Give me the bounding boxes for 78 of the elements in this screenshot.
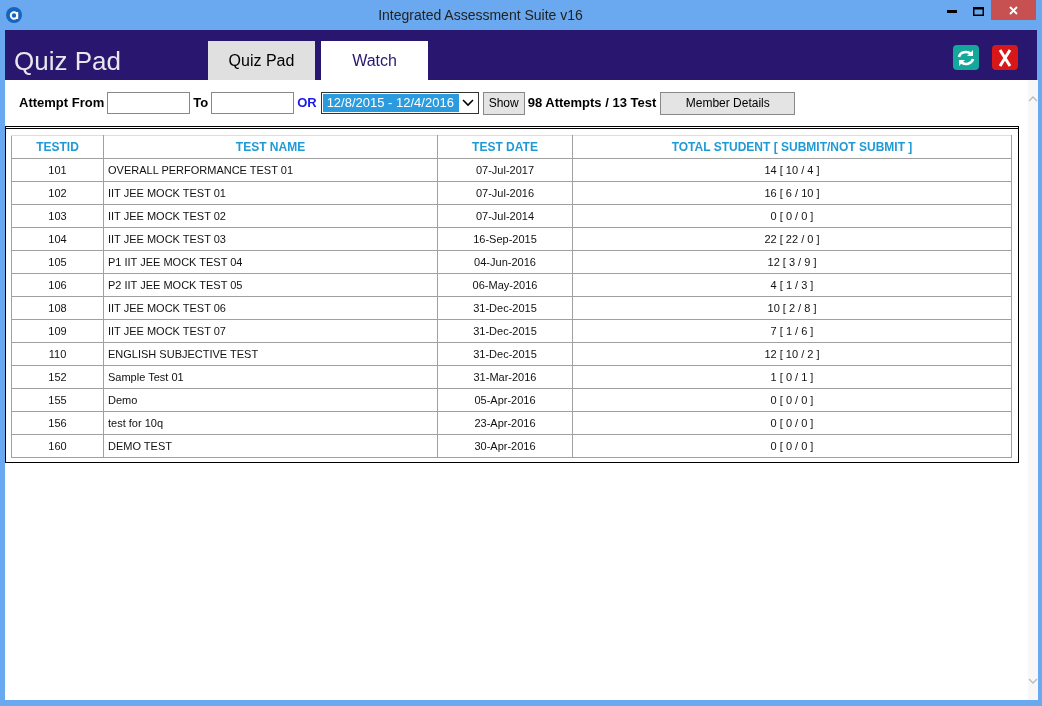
table-cell: Demo — [103, 388, 438, 412]
table-cell: P1 IIT JEE MOCK TEST 04 — [103, 250, 438, 274]
attempt-from-label: Attempt From — [19, 94, 105, 113]
table-cell: 06-May-2016 — [437, 273, 573, 297]
table-cell: 104 — [11, 227, 104, 251]
to-label: To — [193, 94, 209, 113]
close-button[interactable] — [991, 0, 1036, 20]
to-date-field[interactable] — [211, 92, 295, 114]
table-cell: 1 [ 0 / 1 ] — [572, 365, 1012, 389]
table-cell: 110 — [11, 342, 104, 366]
table-cell: 7 [ 1 / 6 ] — [572, 319, 1012, 343]
member-details-button[interactable]: Member Details — [660, 91, 796, 115]
tab[interactable]: Quiz Pad — [208, 41, 315, 80]
table-cell: 31-Dec-2015 — [437, 319, 573, 343]
from-date-field[interactable] — [107, 92, 191, 114]
table-cell: IIT JEE MOCK TEST 02 — [103, 204, 438, 228]
table-cell: 101 — [11, 158, 104, 182]
or-label: OR — [297, 94, 317, 113]
table-cell: ENGLISH SUBJECTIVE TEST — [103, 342, 438, 366]
table-cell: 160 — [11, 434, 104, 458]
exit-icon — [998, 48, 1012, 67]
table-cell: 23-Apr-2016 — [437, 411, 573, 435]
table-cell: 102 — [11, 181, 104, 205]
table-cell: 105 — [11, 250, 104, 274]
table-cell: 0 [ 0 / 0 ] — [572, 388, 1012, 412]
column-header: TOTAL STUDENT [ SUBMIT/NOT SUBMIT ] — [572, 135, 1012, 159]
table-cell: 10 [ 2 / 8 ] — [572, 296, 1012, 320]
show-button[interactable]: Show — [482, 91, 525, 115]
app-logo-icon — [6, 7, 22, 23]
table-cell: 22 [ 22 / 0 ] — [572, 227, 1012, 251]
table-cell: 16 [ 6 / 10 ] — [572, 181, 1012, 205]
minimize-icon — [947, 9, 957, 13]
table-cell: P2 IIT JEE MOCK TEST 05 — [103, 273, 438, 297]
table-cell: IIT JEE MOCK TEST 03 — [103, 227, 438, 251]
table-cell: 103 — [11, 204, 104, 228]
table-cell: 04-Jun-2016 — [437, 250, 573, 274]
table-cell: 05-Apr-2016 — [437, 388, 573, 412]
refresh-icon — [956, 48, 976, 67]
table-cell: 12 [ 10 / 2 ] — [572, 342, 1012, 366]
attempts-summary: 98 Attempts / 13 Test — [527, 94, 657, 113]
close-icon — [1009, 5, 1018, 15]
table-cell: 31-Dec-2015 — [437, 296, 573, 320]
table-cell: 30-Apr-2016 — [437, 434, 573, 458]
table-cell: 07-Jul-2016 — [437, 181, 573, 205]
refresh-button[interactable] — [953, 45, 979, 70]
table-cell: 14 [ 10 / 4 ] — [572, 158, 1012, 182]
table-cell: 108 — [11, 296, 104, 320]
exit-button[interactable] — [992, 45, 1018, 70]
table-cell: OVERALL PERFORMANCE TEST 01 — [103, 158, 438, 182]
app-name: Quiz Pad — [14, 45, 121, 78]
table-cell: 4 [ 1 / 3 ] — [572, 273, 1012, 297]
table-cell: 07-Jul-2014 — [437, 204, 573, 228]
table-cell: 156 — [11, 411, 104, 435]
table-cell: 152 — [11, 365, 104, 389]
tab[interactable]: Watch — [321, 41, 428, 80]
table-cell: Sample Test 01 — [103, 365, 438, 389]
table-cell: test for 10q — [103, 411, 438, 435]
window-title: Integrated Assessment Suite v16 — [378, 5, 583, 25]
table-cell: 155 — [11, 388, 104, 412]
table-cell: IIT JEE MOCK TEST 07 — [103, 319, 438, 343]
chevron-down-icon — [461, 99, 474, 107]
table-cell: 16-Sep-2015 — [437, 227, 573, 251]
table-cell: 07-Jul-2017 — [437, 158, 573, 182]
column-header: TEST DATE — [437, 135, 573, 159]
maximize-icon — [972, 6, 984, 16]
table-cell: DEMO TEST — [103, 434, 438, 458]
table-cell: 0 [ 0 / 0 ] — [572, 204, 1012, 228]
table-cell: IIT JEE MOCK TEST 06 — [103, 296, 438, 320]
table-cell: 12 [ 3 / 9 ] — [572, 250, 1012, 274]
table-cell: 31-Mar-2016 — [437, 365, 573, 389]
table-cell: 106 — [11, 273, 104, 297]
column-header: TEST NAME — [103, 135, 438, 159]
table-cell: 0 [ 0 / 0 ] — [572, 434, 1012, 458]
table-cell: IIT JEE MOCK TEST 01 — [103, 181, 438, 205]
column-header: TESTID — [11, 135, 104, 159]
table-cell: 0 [ 0 / 0 ] — [572, 411, 1012, 435]
table-cell: 31-Dec-2015 — [437, 342, 573, 366]
table-cell: 109 — [11, 319, 104, 343]
